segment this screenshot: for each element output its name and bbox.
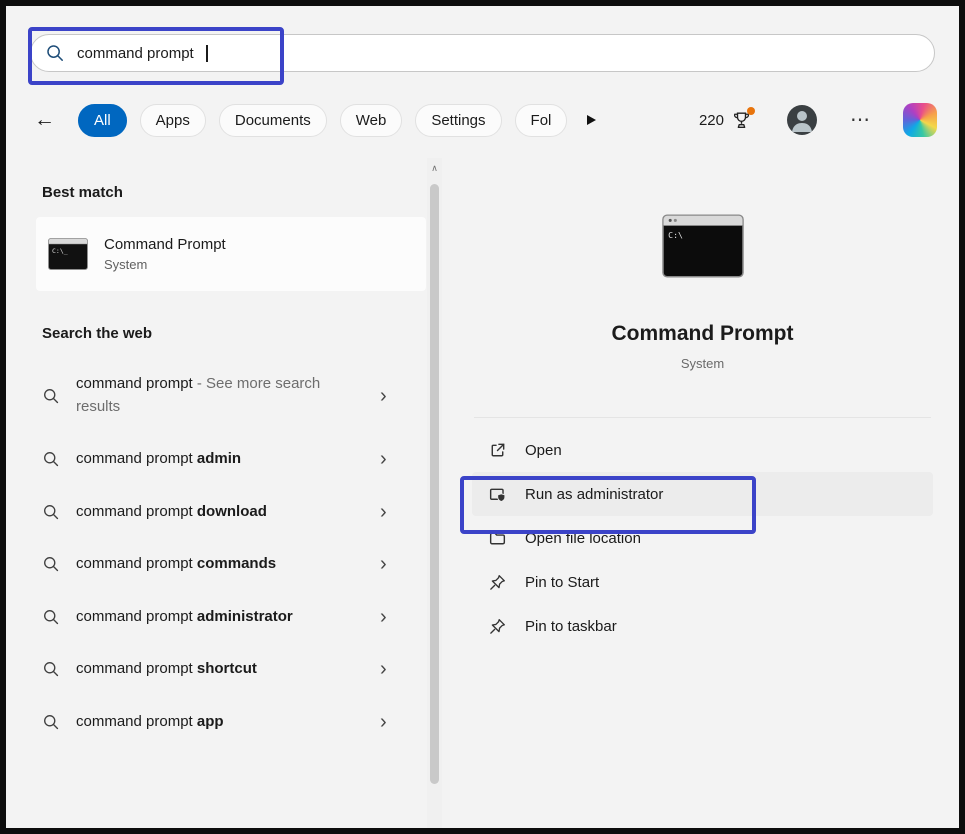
scrollbar-thumb[interactable] — [430, 184, 439, 784]
chevron-right-icon[interactable]: › — [380, 659, 391, 679]
search-the-web-header: Search the web — [42, 325, 420, 342]
suggestion-text: command prompt administrator — [76, 606, 364, 629]
filter-bar: ← All Apps Documents Web Settings Fol 22… — [34, 100, 937, 140]
scrollbar: ∧ — [427, 158, 442, 828]
action-pin-to-start[interactable]: Pin to Start — [472, 560, 933, 604]
action-label: Pin to Start — [525, 574, 599, 591]
filter-tab-documents[interactable]: Documents — [219, 104, 327, 137]
search-icon — [45, 43, 65, 63]
rewards-counter[interactable]: 220 — [699, 110, 752, 131]
action-open[interactable]: Open — [472, 428, 933, 472]
pin-icon — [488, 617, 507, 636]
pin-icon — [488, 573, 507, 592]
search-suggestion[interactable]: command prompt - See more search results… — [36, 358, 426, 433]
search-icon — [42, 608, 60, 626]
folder-icon — [488, 529, 507, 548]
action-label: Open file location — [525, 530, 641, 547]
best-match-text: Command Prompt System — [104, 236, 226, 272]
suggestion-text: command prompt commands — [76, 553, 364, 576]
svg-text:C:\: C:\ — [668, 230, 683, 240]
search-suggestion[interactable]: command prompt app › — [36, 696, 426, 749]
suggestion-text: command prompt - See more search results — [76, 373, 364, 418]
search-icon — [42, 713, 60, 731]
open-external-icon — [488, 441, 507, 460]
suggestion-text: command prompt app — [76, 711, 364, 734]
search-icon — [42, 450, 60, 468]
divider — [474, 417, 931, 418]
svg-text:C:\_: C:\_ — [52, 247, 68, 255]
filter-tab-apps[interactable]: Apps — [140, 104, 206, 137]
chevron-right-icon[interactable]: › — [380, 554, 391, 574]
command-prompt-icon-large: C:\ — [662, 214, 744, 278]
app-title: Command Prompt — [452, 322, 953, 346]
scrollbar-up-icon[interactable]: ∧ — [427, 163, 442, 174]
notification-dot — [747, 107, 755, 115]
chevron-right-icon[interactable]: › — [380, 502, 391, 522]
chevron-right-icon[interactable]: › — [380, 712, 391, 732]
action-open-file-location[interactable]: Open file location — [472, 516, 933, 560]
run-as-admin-icon — [488, 485, 507, 504]
results-panel: Best match C:\_ Command Prompt System Se… — [36, 158, 426, 828]
command-prompt-icon: C:\_ — [48, 238, 88, 270]
suggestion-text: command prompt shortcut — [76, 658, 364, 681]
detail-panel: C:\ Command Prompt System Open Run as ad… — [452, 158, 953, 828]
search-suggestion[interactable]: command prompt shortcut › — [36, 643, 426, 696]
best-match-subtitle: System — [104, 257, 226, 272]
more-filters-icon[interactable] — [584, 113, 598, 127]
app-subtitle: System — [452, 356, 953, 371]
suggestion-text: command prompt admin — [76, 448, 364, 471]
action-pin-to-taskbar[interactable]: Pin to taskbar — [472, 604, 933, 648]
user-avatar[interactable] — [787, 105, 817, 135]
search-icon — [42, 555, 60, 573]
search-input[interactable]: command prompt — [77, 45, 194, 62]
search-suggestion[interactable]: command prompt commands › — [36, 538, 426, 591]
chevron-right-icon[interactable]: › — [380, 607, 391, 627]
search-suggestion[interactable]: command prompt administrator › — [36, 591, 426, 644]
search-icon — [42, 660, 60, 678]
best-match-title: Command Prompt — [104, 236, 226, 253]
search-box[interactable]: command prompt — [30, 34, 935, 72]
back-button[interactable]: ← — [34, 108, 55, 132]
filter-tab-web[interactable]: Web — [340, 104, 403, 137]
search-icon — [42, 387, 60, 405]
search-window: command prompt ← All Apps Documents Web … — [0, 0, 965, 834]
action-label: Pin to taskbar — [525, 618, 617, 635]
best-match-header: Best match — [42, 184, 420, 201]
action-label: Run as administrator — [525, 486, 663, 503]
search-suggestion[interactable]: command prompt download › — [36, 486, 426, 539]
action-list: Open Run as administrator Open file loca… — [472, 428, 933, 648]
rewards-trophy-icon — [731, 110, 752, 131]
action-label: Open — [525, 442, 562, 459]
filter-tab-all[interactable]: All — [78, 104, 127, 137]
rewards-points: 220 — [699, 112, 724, 129]
search-suggestion[interactable]: command prompt admin › — [36, 433, 426, 486]
copilot-icon[interactable] — [903, 103, 937, 137]
filter-tab-folders[interactable]: Fol — [515, 104, 568, 137]
text-caret — [206, 45, 208, 62]
action-run-as-administrator[interactable]: Run as administrator — [472, 472, 933, 516]
filter-tab-settings[interactable]: Settings — [415, 104, 501, 137]
more-options-icon[interactable]: ⋯ — [850, 110, 870, 130]
best-match-item[interactable]: C:\_ Command Prompt System — [36, 217, 426, 291]
chevron-right-icon[interactable]: › — [380, 386, 391, 406]
search-icon — [42, 503, 60, 521]
chevron-right-icon[interactable]: › — [380, 449, 391, 469]
suggestion-text: command prompt download — [76, 501, 364, 524]
